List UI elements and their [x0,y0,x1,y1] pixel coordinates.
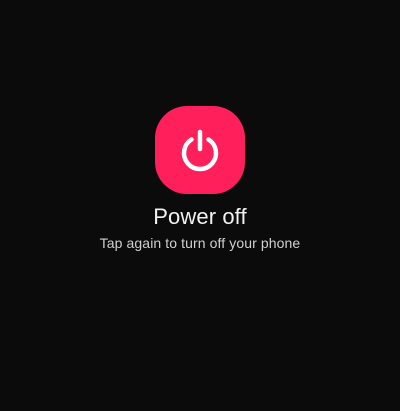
power-off-instruction: Tap again to turn off your phone [99,235,301,251]
power-icon [181,129,219,172]
power-off-title: Power off [153,204,247,229]
power-off-button[interactable] [155,106,245,194]
power-off-screen: Power off Tap again to turn off your pho… [0,0,400,411]
